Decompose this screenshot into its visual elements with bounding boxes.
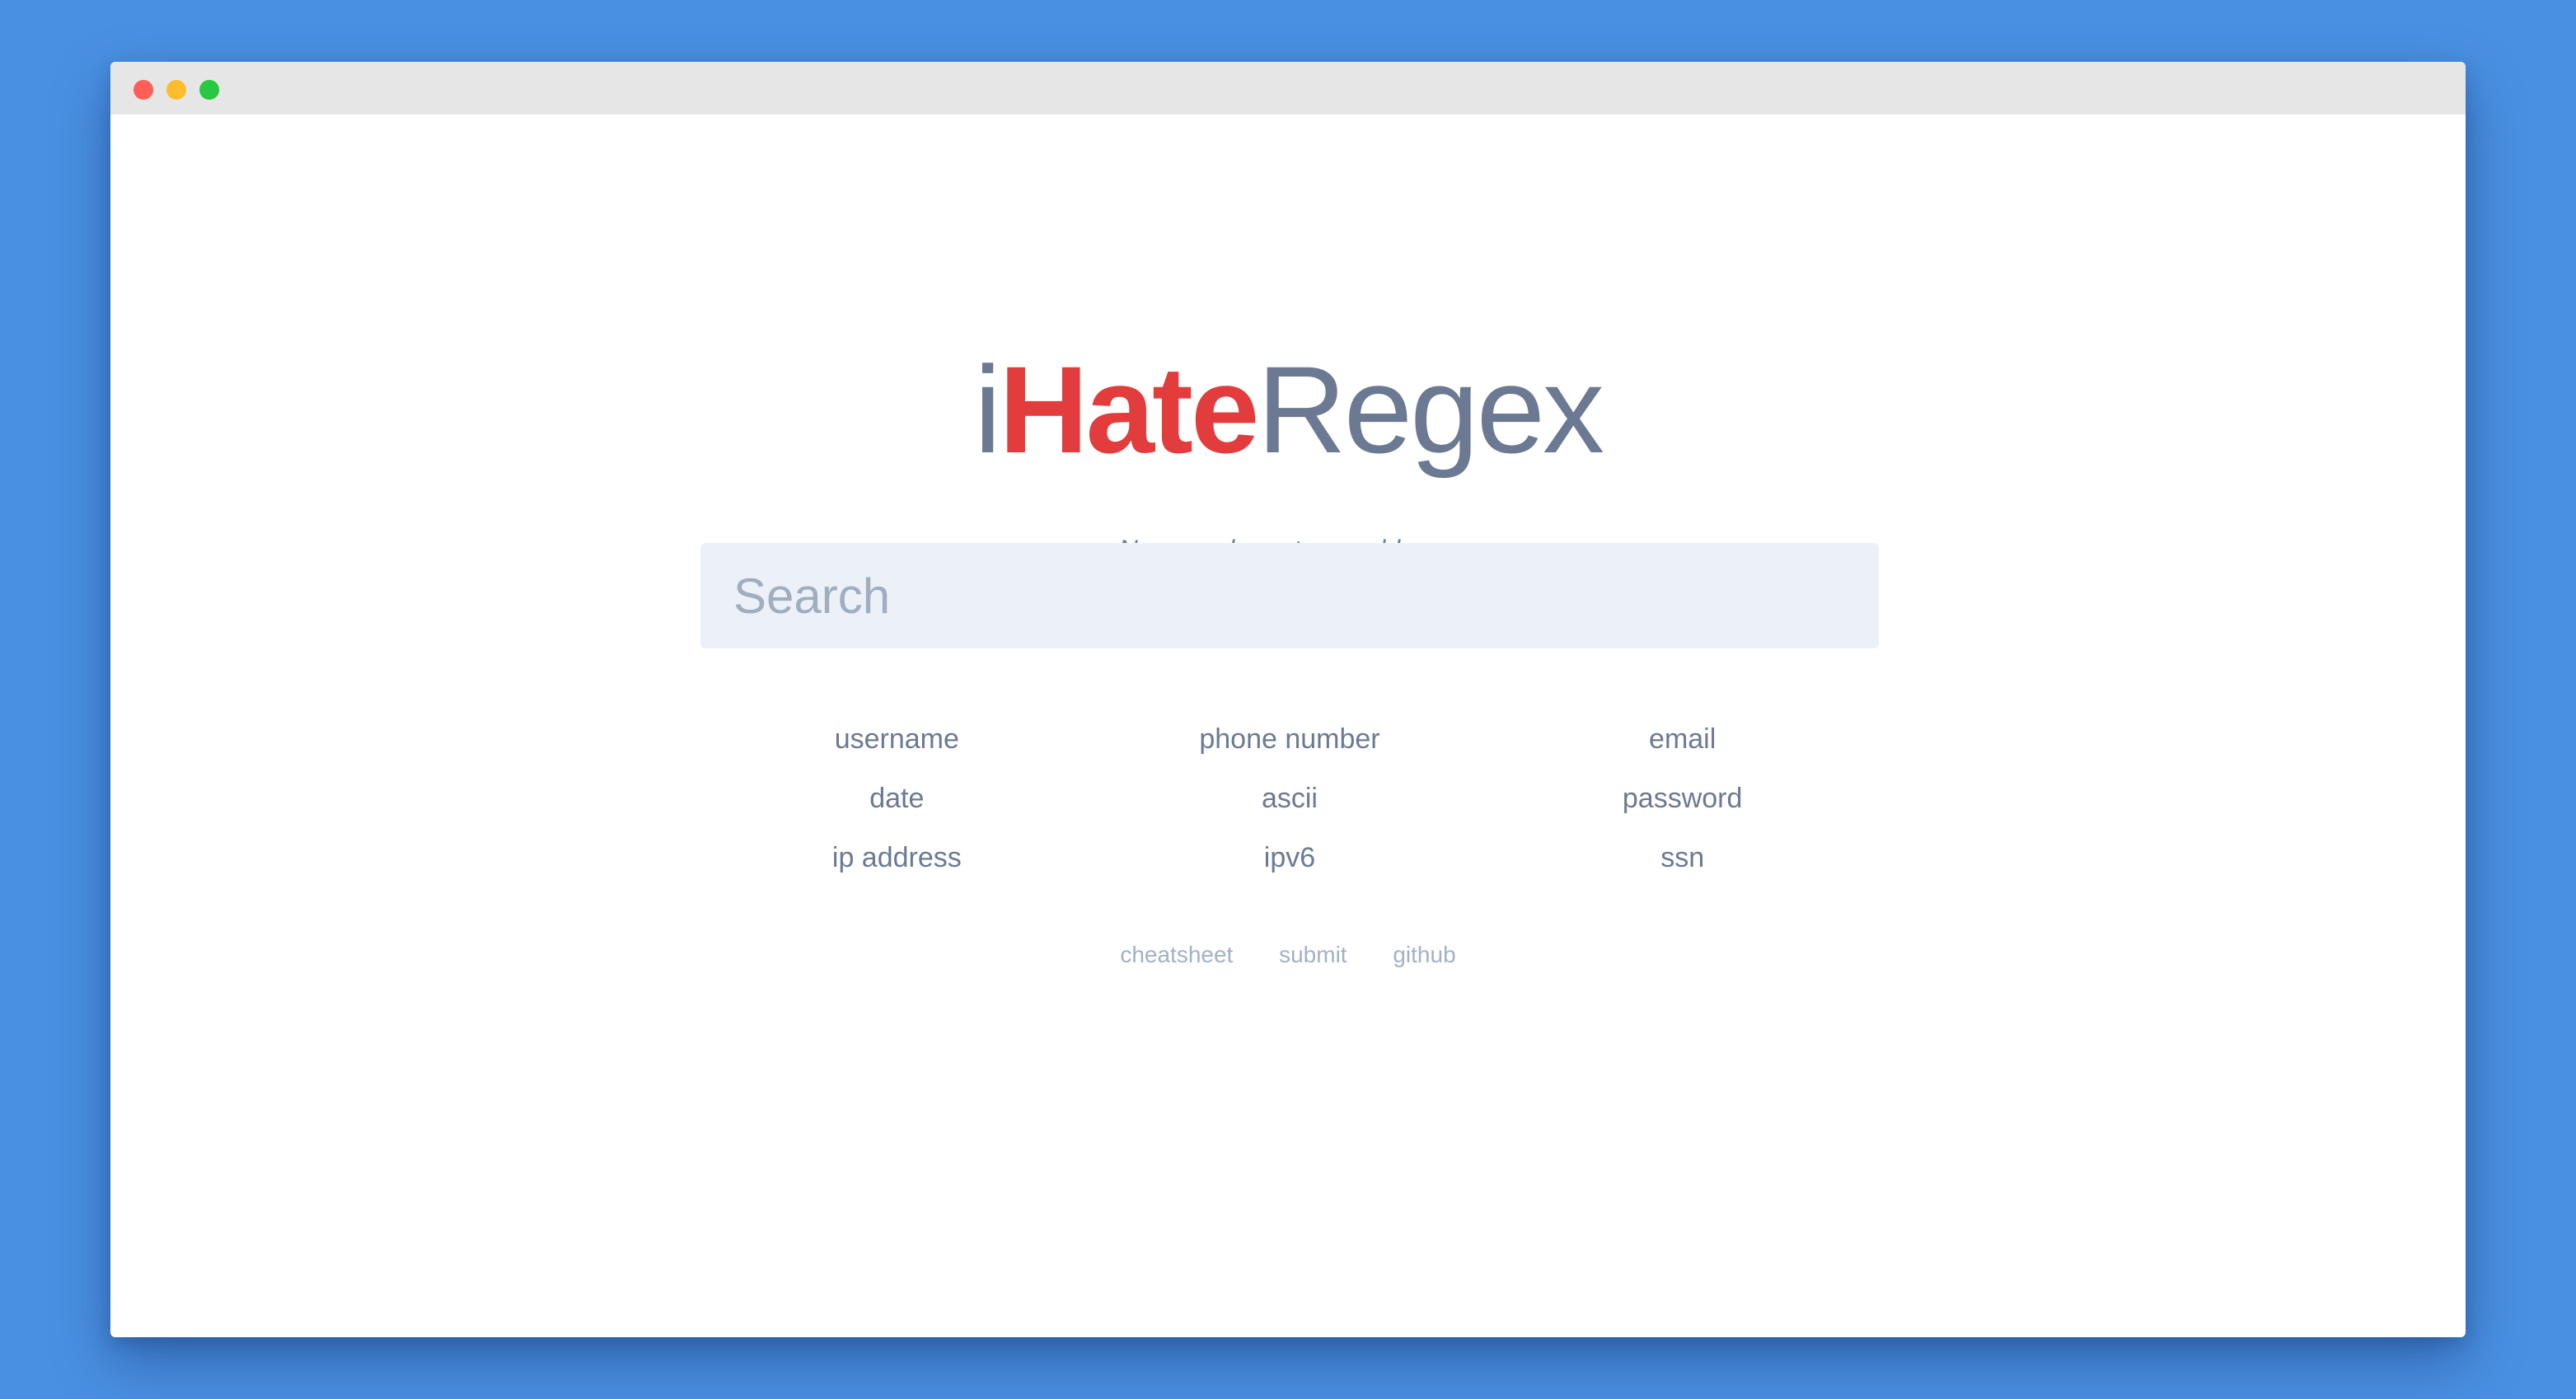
footer-link-github[interactable]: github [1393,938,1455,971]
close-window-icon[interactable] [133,80,153,100]
quick-link-ascii[interactable]: ascii [1094,769,1487,828]
quick-link-phone-number[interactable]: phone number [1094,709,1487,769]
quick-link-date[interactable]: date [700,769,1094,828]
page-content: iHateRegex Now you have two problems. us… [110,115,2466,1337]
logo-part-hate: Hate [999,340,1259,479]
quick-link-username[interactable]: username [700,709,1094,769]
footer-link-submit[interactable]: submit [1279,938,1347,971]
quick-links-grid: username phone number email date ascii p… [700,709,1879,887]
logo-part-regex: Regex [1257,340,1604,479]
site-logo[interactable]: iHateRegex [110,335,2466,484]
quick-link-ipv6[interactable]: ipv6 [1094,828,1487,887]
minimize-window-icon[interactable] [166,80,186,100]
quick-link-ip-address[interactable]: ip address [700,828,1094,887]
quick-link-password[interactable]: password [1486,769,1879,828]
search-input[interactable] [700,543,1879,648]
browser-window: iHateRegex Now you have two problems. us… [110,62,2466,1337]
maximize-window-icon[interactable] [199,80,219,100]
quick-link-ssn[interactable]: ssn [1486,828,1879,887]
window-titlebar [110,62,2466,115]
logo-part-i: i [973,340,1001,479]
footer-link-cheatsheet[interactable]: cheatsheet [1120,938,1233,971]
quick-link-email[interactable]: email [1486,709,1879,769]
footer-links: cheatsheet submit github [110,938,2466,971]
